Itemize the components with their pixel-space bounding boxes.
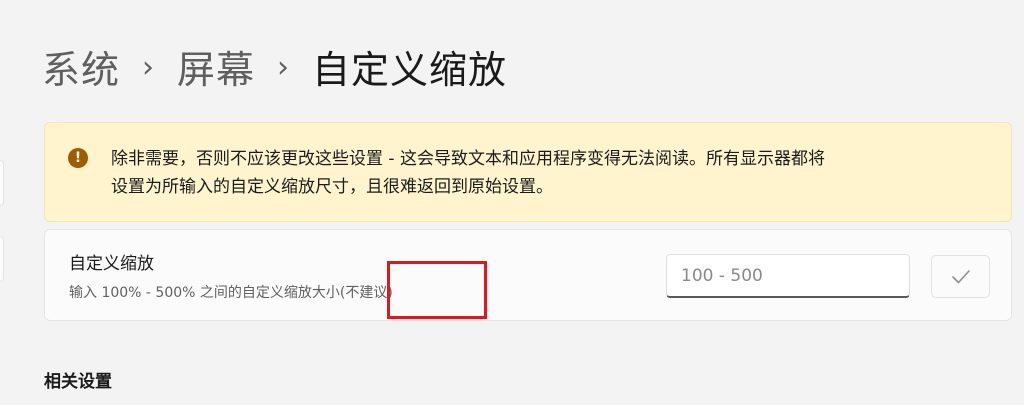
- custom-scaling-input[interactable]: [666, 254, 910, 298]
- warning-message-line-1: 除非需要，否则不应该更改这些设置 - 这会导致文本和应用程序变得无法阅读。所有显…: [111, 149, 825, 169]
- settings-window: 系统 › 屏幕 › 自定义缩放 ! 除非需要，否则不应该更改这些设置 - 这会导…: [0, 0, 1024, 405]
- checkmark-icon: [951, 269, 970, 283]
- confirm-scaling-button[interactable]: [931, 255, 990, 298]
- breadcrumb-item-display[interactable]: 屏幕: [177, 44, 255, 96]
- page-title: 自定义缩放: [312, 48, 508, 92]
- warning-exclamation-icon: !: [68, 148, 88, 168]
- custom-scaling-description: 输入 100% - 500% 之间的自定义缩放大小(不建议): [69, 285, 393, 301]
- chevron-right-icon: ›: [142, 50, 156, 85]
- related-settings-heading: 相关设置: [44, 372, 112, 392]
- chevron-right-icon: ›: [277, 50, 291, 85]
- warning-message-line-2: 设置为所输入的自定义缩放尺寸，且很难返回到原始设置。: [111, 177, 553, 197]
- warning-infobar: ! 除非需要，否则不应该更改这些设置 - 这会导致文本和应用程序变得无法阅读。所…: [44, 122, 1012, 222]
- nav-pane-edge-top: [0, 160, 4, 206]
- nav-pane-edge-bottom: [0, 236, 4, 282]
- custom-scaling-card: 自定义缩放 输入 100% - 500% 之间的自定义缩放大小(不建议): [44, 229, 1012, 321]
- custom-scaling-title: 自定义缩放: [69, 254, 154, 274]
- breadcrumb: 系统 › 屏幕 › 自定义缩放: [42, 44, 507, 96]
- breadcrumb-item-system[interactable]: 系统: [42, 44, 120, 96]
- warning-message: 除非需要，否则不应该更改这些设置 - 这会导致文本和应用程序变得无法阅读。所有显…: [111, 145, 1001, 201]
